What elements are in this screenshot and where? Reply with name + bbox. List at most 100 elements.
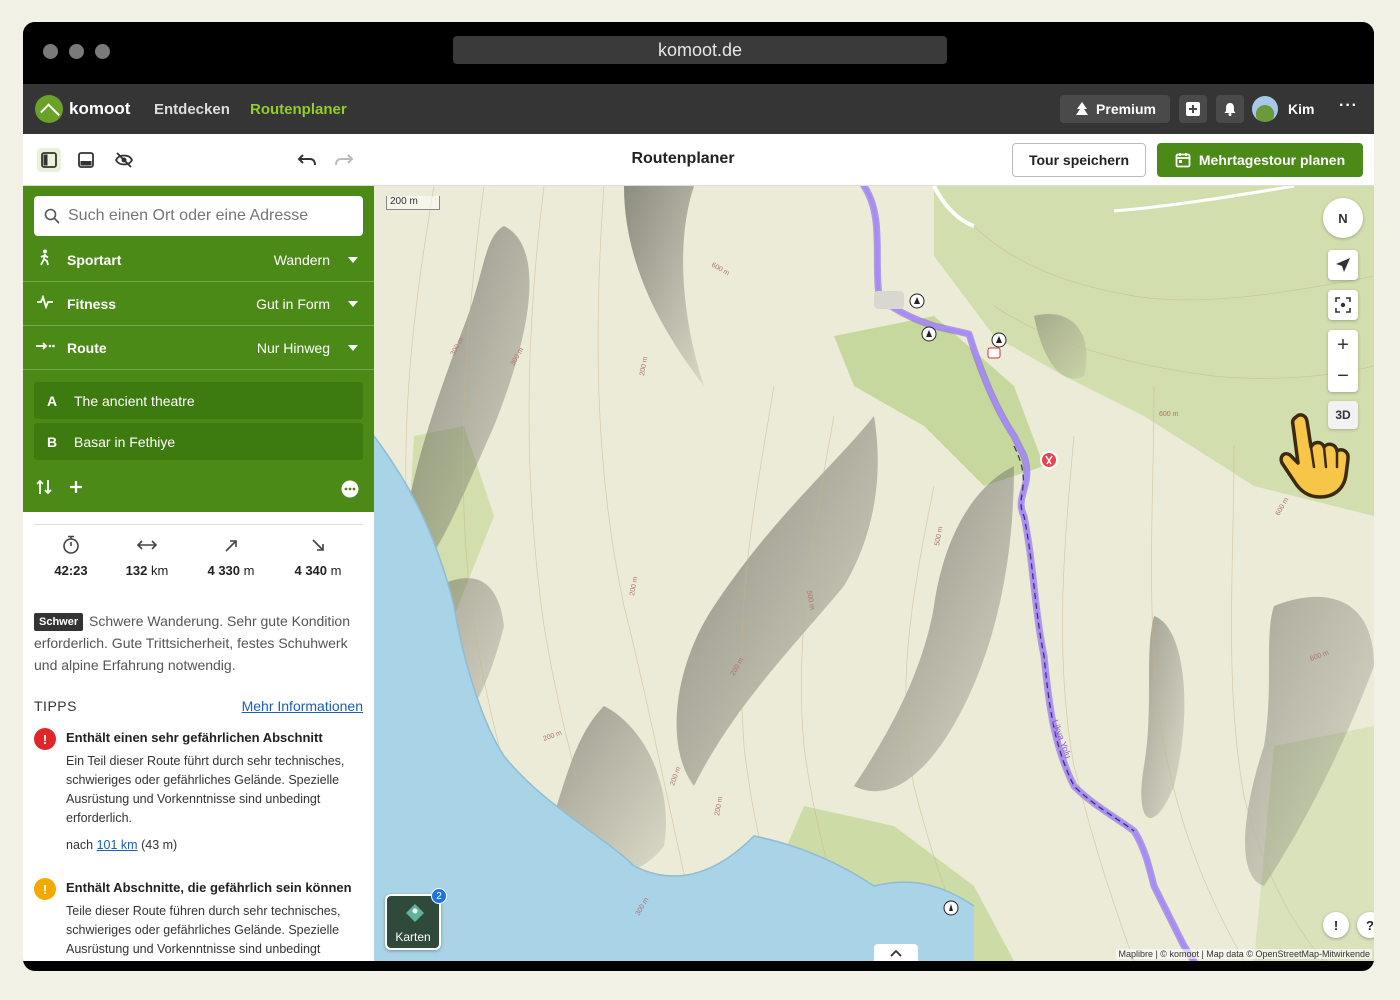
notifications-button[interactable] xyxy=(1216,95,1244,123)
fitness-select[interactable]: Fitness Gut in Form xyxy=(23,282,374,326)
map-attribution[interactable]: Maplibre | © komoot | Map data © OpenStr… xyxy=(1116,949,1372,959)
close-window-dot[interactable] xyxy=(43,44,58,59)
waypoint-a[interactable]: A The ancient theatre xyxy=(34,382,363,419)
expand-elevation-button[interactable] xyxy=(874,944,918,961)
zoom-controls: + − xyxy=(1328,330,1358,392)
stat-uphill-unit: m xyxy=(243,563,255,578)
more-options-icon[interactable] xyxy=(341,480,359,498)
nav-link-entdecken[interactable]: Entdecken xyxy=(154,101,230,118)
tip-dangerous: ! Enthält Abschnitte, die gefährlich sei… xyxy=(34,878,364,961)
sport-type-value: Wandern xyxy=(273,251,330,268)
route-type-select[interactable]: Route Nur Hinweg xyxy=(23,326,374,370)
browser-window: komoot.de komoot Entdecken Routenplaner … xyxy=(23,22,1374,971)
difficulty-description: Schwer Schwere Wanderung. Sehr gute Kond… xyxy=(34,610,364,676)
user-avatar[interactable] xyxy=(1252,96,1278,122)
nav-link-routenplaner[interactable]: Routenplaner xyxy=(250,101,347,118)
tip-location-suffix: (43 m) xyxy=(141,838,178,852)
komoot-logo-icon xyxy=(35,95,63,123)
stat-distance: 132 km xyxy=(107,535,187,578)
warning-yellow-icon: ! xyxy=(34,878,56,900)
swap-icon[interactable] xyxy=(36,478,52,496)
redo-button[interactable] xyxy=(332,148,356,172)
premium-button[interactable]: Premium xyxy=(1060,95,1170,123)
search-input[interactable] xyxy=(68,207,348,225)
stat-downhill: 4 340 m xyxy=(278,535,358,578)
stat-downhill-unit: m xyxy=(330,563,342,578)
chevron-down-icon xyxy=(348,344,358,351)
zoom-out-button[interactable]: − xyxy=(1328,361,1358,392)
planner-sidebar: Sportart Wandern Fitness Gut in Form Rou… xyxy=(23,186,374,961)
uphill-icon xyxy=(191,535,271,557)
chevron-up-icon xyxy=(890,949,902,957)
compass-icon: N xyxy=(1338,210,1348,226)
user-name[interactable]: Kim xyxy=(1288,101,1314,117)
report-issue-button[interactable]: ! xyxy=(1323,912,1349,938)
tips-heading: TIPPS xyxy=(34,698,77,714)
fitness-label: Fitness xyxy=(67,295,117,312)
maximize-window-dot[interactable] xyxy=(95,44,110,59)
search-icon xyxy=(44,208,60,224)
distance-icon xyxy=(107,535,187,557)
stat-distance-value: 132 xyxy=(125,563,148,578)
map-layers-button[interactable]: Karten 2 xyxy=(385,888,447,950)
create-button[interactable] xyxy=(1179,95,1207,123)
undo-button[interactable] xyxy=(295,148,319,172)
question-icon: ? xyxy=(1366,917,1374,933)
hide-panel-button[interactable] xyxy=(112,148,136,172)
premium-label: Premium xyxy=(1096,101,1156,117)
map-layers-count: 2 xyxy=(431,888,447,904)
stat-uphill: 4 330 m xyxy=(191,535,271,578)
locate-me-button[interactable] xyxy=(1328,250,1358,280)
more-menu-icon[interactable]: ··· xyxy=(1339,97,1358,115)
browser-titlebar: komoot.de xyxy=(23,22,1374,84)
tip-title: Enthält einen sehr gefährlichen Abschnit… xyxy=(66,730,323,745)
add-waypoint-icon[interactable] xyxy=(69,480,83,494)
chevron-down-icon xyxy=(348,300,358,307)
stat-uphill-value: 4 330 xyxy=(207,563,241,578)
address-bar[interactable]: komoot.de xyxy=(453,36,947,64)
save-tour-button[interactable]: Tour speichern xyxy=(1012,143,1146,177)
minimize-window-dot[interactable] xyxy=(69,44,84,59)
more-info-link[interactable]: Mehr Informationen xyxy=(242,698,363,714)
tour-stats: 42:23 132 km 4 330 m 4 340 m xyxy=(34,524,363,588)
tip-location-prefix: nach xyxy=(66,838,94,852)
terrain-map: 600 m 300 m 300 m 200 m 200 m 200 m 200 … xyxy=(374,186,1374,961)
waypoint-letter: A xyxy=(47,392,58,409)
waypoint-name: The ancient theatre xyxy=(74,392,195,409)
waypoint-b[interactable]: B Basar in Fethiye xyxy=(34,423,363,460)
route-settings-panel: Sportart Wandern Fitness Gut in Form Rou… xyxy=(23,186,374,512)
planner-toolbar: Routenplaner Tour speichern Mehrtagestou… xyxy=(23,134,1374,186)
exclamation-icon: ! xyxy=(1333,917,1339,933)
pointer-hand-icon xyxy=(1279,413,1350,499)
search-box[interactable] xyxy=(34,196,363,236)
plus-square-icon xyxy=(1186,102,1200,116)
tree-icon xyxy=(1076,102,1089,115)
waypoint-actions xyxy=(23,466,374,506)
tip-title: Enthält Abschnitte, die gefährlich sein … xyxy=(66,880,352,895)
chevron-down-icon xyxy=(348,256,358,263)
focus-icon xyxy=(1335,297,1351,313)
route-type-value: Nur Hinweg xyxy=(256,339,330,356)
map-canvas[interactable]: 600 m 300 m 300 m 200 m 200 m 200 m 200 … xyxy=(374,186,1374,961)
fitness-value: Gut in Form xyxy=(256,295,330,312)
sidebar-layout-button[interactable] xyxy=(37,148,61,172)
redo-icon xyxy=(335,154,354,166)
undo-icon xyxy=(297,154,316,166)
location-arrow-icon xyxy=(1336,258,1350,272)
map-scale: 200 m xyxy=(386,196,440,210)
stat-duration: 42:23 xyxy=(31,535,111,578)
sport-type-select[interactable]: Sportart Wandern xyxy=(23,238,374,282)
fit-route-button[interactable] xyxy=(1328,290,1358,320)
tip-location-link[interactable]: 101 km xyxy=(97,838,138,852)
stopwatch-icon xyxy=(31,535,111,557)
sidebar-layout-icon xyxy=(41,152,57,168)
bottom-layout-icon xyxy=(78,152,94,168)
tip-body: Ein Teil dieser Route führt durch sehr t… xyxy=(66,754,345,825)
komoot-logo[interactable]: komoot xyxy=(35,95,130,123)
plan-multiday-button[interactable]: Mehrtagestour planen xyxy=(1157,143,1363,177)
zoom-in-button[interactable]: + xyxy=(1328,330,1358,361)
bottom-layout-button[interactable] xyxy=(74,148,98,172)
compass-button[interactable]: N xyxy=(1323,198,1363,238)
brand-name: komoot xyxy=(69,99,131,118)
waypoint-name: Basar in Fethiye xyxy=(74,433,176,450)
